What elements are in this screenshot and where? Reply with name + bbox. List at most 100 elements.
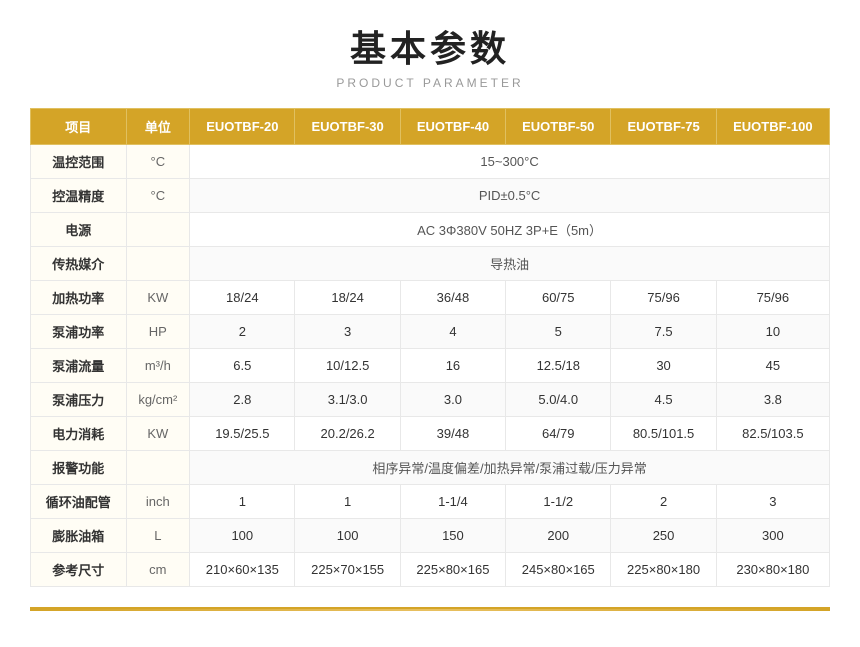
table-row: 控温精度°CPID±0.5°C [31, 179, 830, 213]
row-label-9: 报警功能 [31, 451, 127, 485]
header-col-2: EUOTBF-20 [190, 109, 295, 145]
header-col-4: EUOTBF-40 [400, 109, 505, 145]
row-7-col-5: 3.8 [716, 383, 829, 417]
row-unit-1: °C [126, 179, 190, 213]
row-unit-10: inch [126, 485, 190, 519]
row-4-col-4: 75/96 [611, 281, 716, 315]
page-title: 基本参数 [30, 20, 830, 72]
table-row: 加热功率KW18/2418/2436/4860/7575/9675/96 [31, 281, 830, 315]
table-row: 泵浦流量m³/h6.510/12.51612.5/183045 [31, 349, 830, 383]
row-unit-6: m³/h [126, 349, 190, 383]
header-col-6: EUOTBF-75 [611, 109, 716, 145]
row-4-col-2: 36/48 [400, 281, 505, 315]
table-row: 参考尺寸cm210×60×135225×70×155225×80×165245×… [31, 553, 830, 587]
row-merged-1: PID±0.5°C [190, 179, 830, 213]
header-col-3: EUOTBF-30 [295, 109, 400, 145]
row-11-col-3: 200 [506, 519, 611, 553]
parameter-table: 项目单位EUOTBF-20EUOTBF-30EUOTBF-40EUOTBF-50… [30, 108, 830, 587]
row-6-col-3: 12.5/18 [506, 349, 611, 383]
row-merged-2: AC 3Φ380V 50HZ 3P+E（5m） [190, 213, 830, 247]
table-header-row: 项目单位EUOTBF-20EUOTBF-30EUOTBF-40EUOTBF-50… [31, 109, 830, 145]
table-row: 膨胀油箱L100100150200250300 [31, 519, 830, 553]
page-subtitle: PRODUCT PARAMETER [30, 76, 830, 90]
row-7-col-4: 4.5 [611, 383, 716, 417]
row-5-col-1: 3 [295, 315, 400, 349]
row-12-col-4: 225×80×180 [611, 553, 716, 587]
row-6-col-0: 6.5 [190, 349, 295, 383]
row-merged-0: 15~300°C [190, 145, 830, 179]
row-unit-2 [126, 213, 190, 247]
table-row: 传热媒介 导热油 [31, 247, 830, 281]
row-11-col-1: 100 [295, 519, 400, 553]
row-4-col-5: 75/96 [716, 281, 829, 315]
row-label-7: 泵浦压力 [31, 383, 127, 417]
row-8-col-0: 19.5/25.5 [190, 417, 295, 451]
row-label-5: 泵浦功率 [31, 315, 127, 349]
row-10-col-0: 1 [190, 485, 295, 519]
row-8-col-3: 64/79 [506, 417, 611, 451]
row-label-11: 膨胀油箱 [31, 519, 127, 553]
row-12-col-5: 230×80×180 [716, 553, 829, 587]
row-4-col-1: 18/24 [295, 281, 400, 315]
header-col-5: EUOTBF-50 [506, 109, 611, 145]
table-row: 温控范围°C15~300°C [31, 145, 830, 179]
row-label-0: 温控范围 [31, 145, 127, 179]
row-10-col-3: 1-1/2 [506, 485, 611, 519]
row-8-col-5: 82.5/103.5 [716, 417, 829, 451]
row-12-col-2: 225×80×165 [400, 553, 505, 587]
row-unit-8: KW [126, 417, 190, 451]
row-unit-3 [126, 247, 190, 281]
table-row: 电力消耗KW19.5/25.520.2/26.239/4864/7980.5/1… [31, 417, 830, 451]
row-unit-7: kg/cm² [126, 383, 190, 417]
table-row: 循环油配管inch111-1/41-1/223 [31, 485, 830, 519]
row-10-col-1: 1 [295, 485, 400, 519]
row-merged-9: 相序异常/温度偏差/加热异常/泵浦过载/压力异常 [190, 451, 830, 485]
row-label-1: 控温精度 [31, 179, 127, 213]
row-label-2: 电源 [31, 213, 127, 247]
row-8-col-1: 20.2/26.2 [295, 417, 400, 451]
row-label-6: 泵浦流量 [31, 349, 127, 383]
row-12-col-3: 245×80×165 [506, 553, 611, 587]
row-unit-4: KW [126, 281, 190, 315]
row-7-col-0: 2.8 [190, 383, 295, 417]
row-unit-9 [126, 451, 190, 485]
row-6-col-1: 10/12.5 [295, 349, 400, 383]
bottom-divider [30, 607, 830, 611]
row-unit-5: HP [126, 315, 190, 349]
row-merged-3: 导热油 [190, 247, 830, 281]
table-row: 泵浦压力kg/cm²2.83.1/3.03.05.0/4.04.53.8 [31, 383, 830, 417]
row-11-col-0: 100 [190, 519, 295, 553]
table-row: 泵浦功率HP23457.510 [31, 315, 830, 349]
row-unit-11: L [126, 519, 190, 553]
row-8-col-2: 39/48 [400, 417, 505, 451]
row-5-col-2: 4 [400, 315, 505, 349]
row-label-10: 循环油配管 [31, 485, 127, 519]
row-11-col-2: 150 [400, 519, 505, 553]
row-10-col-2: 1-1/4 [400, 485, 505, 519]
row-7-col-3: 5.0/4.0 [506, 383, 611, 417]
row-unit-0: °C [126, 145, 190, 179]
row-label-12: 参考尺寸 [31, 553, 127, 587]
row-label-3: 传热媒介 [31, 247, 127, 281]
header-col-0: 项目 [31, 109, 127, 145]
row-label-8: 电力消耗 [31, 417, 127, 451]
header-col-7: EUOTBF-100 [716, 109, 829, 145]
row-8-col-4: 80.5/101.5 [611, 417, 716, 451]
row-10-col-5: 3 [716, 485, 829, 519]
row-12-col-0: 210×60×135 [190, 553, 295, 587]
row-12-col-1: 225×70×155 [295, 553, 400, 587]
row-label-4: 加热功率 [31, 281, 127, 315]
row-unit-12: cm [126, 553, 190, 587]
row-5-col-4: 7.5 [611, 315, 716, 349]
row-6-col-4: 30 [611, 349, 716, 383]
row-5-col-3: 5 [506, 315, 611, 349]
table-row: 报警功能 相序异常/温度偏差/加热异常/泵浦过载/压力异常 [31, 451, 830, 485]
row-5-col-0: 2 [190, 315, 295, 349]
header-col-1: 单位 [126, 109, 190, 145]
row-11-col-4: 250 [611, 519, 716, 553]
row-6-col-2: 16 [400, 349, 505, 383]
row-10-col-4: 2 [611, 485, 716, 519]
row-11-col-5: 300 [716, 519, 829, 553]
row-4-col-0: 18/24 [190, 281, 295, 315]
row-5-col-5: 10 [716, 315, 829, 349]
